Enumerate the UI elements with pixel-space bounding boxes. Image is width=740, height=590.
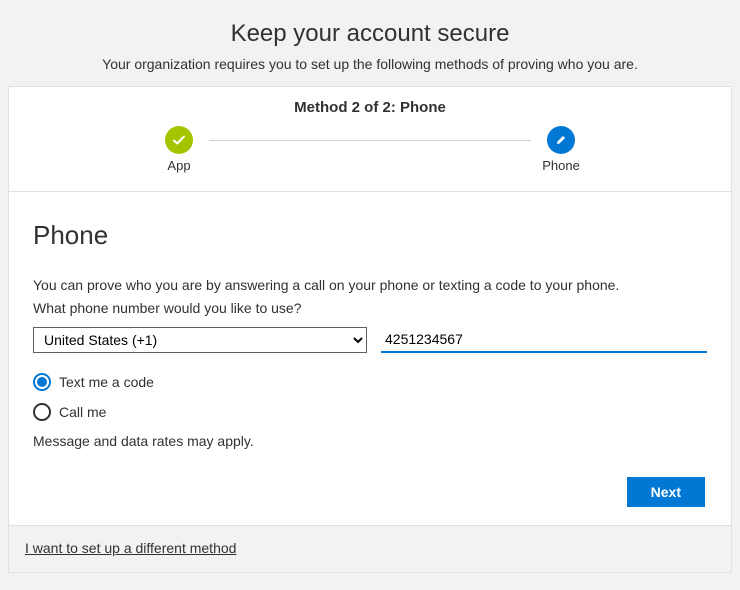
radio-icon [33,403,51,421]
phone-form-section: Phone You can prove who you are by answe… [9,192,731,525]
radio-call-me[interactable]: Call me [33,403,707,421]
form-description-2: What phone number would you like to use? [33,298,707,319]
progress-steps: App Phone [29,126,711,173]
form-heading: Phone [33,220,707,251]
button-row: Next [33,477,707,507]
radio-call-label: Call me [59,404,106,420]
checkmark-icon [165,126,193,154]
page-subtitle: Your organization requires you to set up… [8,56,732,72]
phone-number-input[interactable] [381,327,707,353]
pencil-icon [547,126,575,154]
radio-text-me[interactable]: Text me a code [33,373,707,391]
step-app-label: App [167,158,190,173]
next-button[interactable]: Next [627,477,705,507]
radio-icon [33,373,51,391]
progress-label: Method 2 of 2: Phone [29,99,711,116]
country-code-select[interactable]: United States (+1) [33,327,367,353]
progress-section: Method 2 of 2: Phone App Phone [9,87,731,192]
step-app: App [149,126,209,173]
step-connector [209,140,531,141]
different-method-link[interactable]: I want to set up a different method [25,540,236,556]
setup-card: Method 2 of 2: Phone App Phone Pho [8,86,732,573]
form-description-1: You can prove who you are by answering a… [33,275,707,296]
footer-area: I want to set up a different method [9,525,731,572]
rates-notice: Message and data rates may apply. [33,433,707,449]
step-phone-label: Phone [542,158,580,173]
page-title: Keep your account secure [8,8,732,56]
radio-text-label: Text me a code [59,374,154,390]
step-phone: Phone [531,126,591,173]
phone-input-row: United States (+1) [33,327,707,353]
